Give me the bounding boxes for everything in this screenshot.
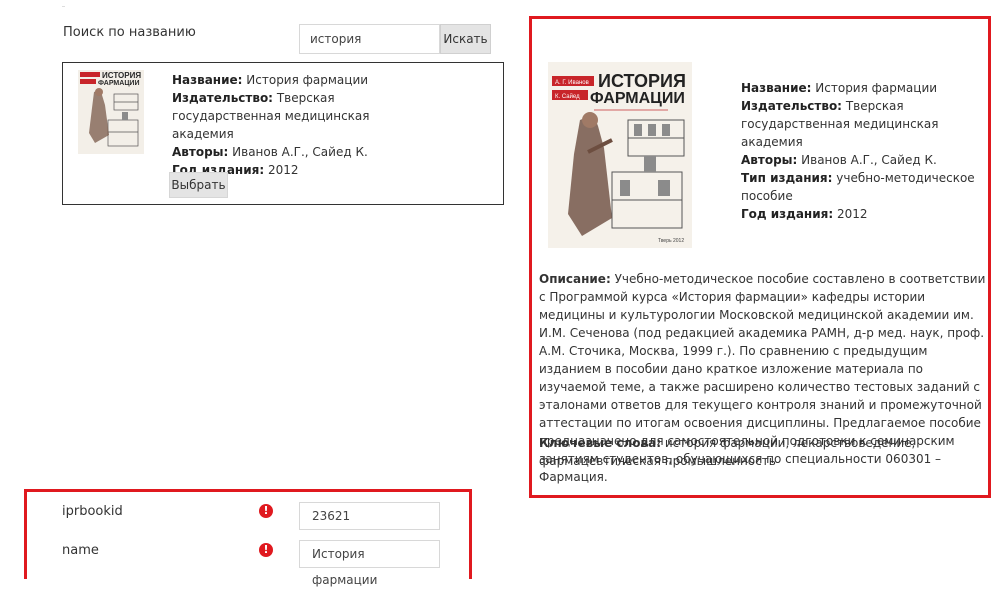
svg-text:ФАРМАЦИИ: ФАРМАЦИИ [98, 80, 140, 87]
detail-year-label: Год издания: [741, 207, 834, 221]
book-title: История фармации [246, 73, 369, 87]
name-field[interactable]: История фармации [299, 540, 440, 587]
description-label: Описание: [539, 272, 611, 286]
divider [62, 6, 65, 7]
field-label-iprbookid: iprbookid [62, 504, 123, 519]
search-input[interactable]: история фармации [299, 24, 440, 74]
book-year: 2012 [267, 163, 299, 177]
detail-authors: Иванов А.Г., Сайед К. [801, 153, 937, 167]
authors-label: Авторы: [172, 145, 229, 159]
cover-title-2: ФАРМАЦИИ [590, 90, 685, 107]
cover-bottom-text: Тверь 2012 [658, 238, 684, 244]
result-info: Название: История фармации Издательство:… [172, 71, 412, 179]
publisher-label: Издательство: [172, 91, 273, 105]
cover-title-1: ИСТОРИЯ [598, 71, 686, 91]
keywords: Ключевые слова: история фармации, лекарс… [539, 434, 979, 470]
search-button[interactable]: Искать [440, 24, 491, 54]
cover-author-2: К. Сайед [555, 93, 580, 100]
detail-publisher-label: Издательство: [741, 99, 842, 113]
cover-author-1: А. Г. Иванов [555, 80, 589, 86]
detail-title: История фармации [815, 81, 938, 95]
detail-year: 2012 [836, 207, 868, 221]
detail-type-label: Тип издания: [741, 171, 833, 185]
keywords-label: Ключевые слова: [539, 436, 662, 450]
required-warning-icon: ! [259, 543, 273, 557]
detail-authors-label: Авторы: [741, 153, 798, 167]
select-button[interactable]: Выбрать [169, 172, 228, 198]
iprbookid-field[interactable]: 23621 [299, 502, 440, 530]
field-label-name: name [62, 543, 99, 558]
book-cover-large: А. Г. Иванов К. Сайед ИСТОРИЯ ФАРМАЦИИ Т… [548, 62, 692, 248]
search-label: Поиск по названию [63, 25, 196, 40]
detail-title-label: Название: [741, 81, 812, 95]
svg-text:ИСТОРИЯ: ИСТОРИЯ [102, 71, 141, 80]
required-warning-icon: ! [259, 504, 273, 518]
book-cover-thumbnail: ИСТОРИЯ ФАРМАЦИИ [78, 70, 144, 154]
book-authors: Иванов А.Г., Сайед К. [232, 145, 368, 159]
title-label: Название: [172, 73, 243, 87]
detail-info: Название: История фармации Издательство:… [741, 79, 981, 223]
